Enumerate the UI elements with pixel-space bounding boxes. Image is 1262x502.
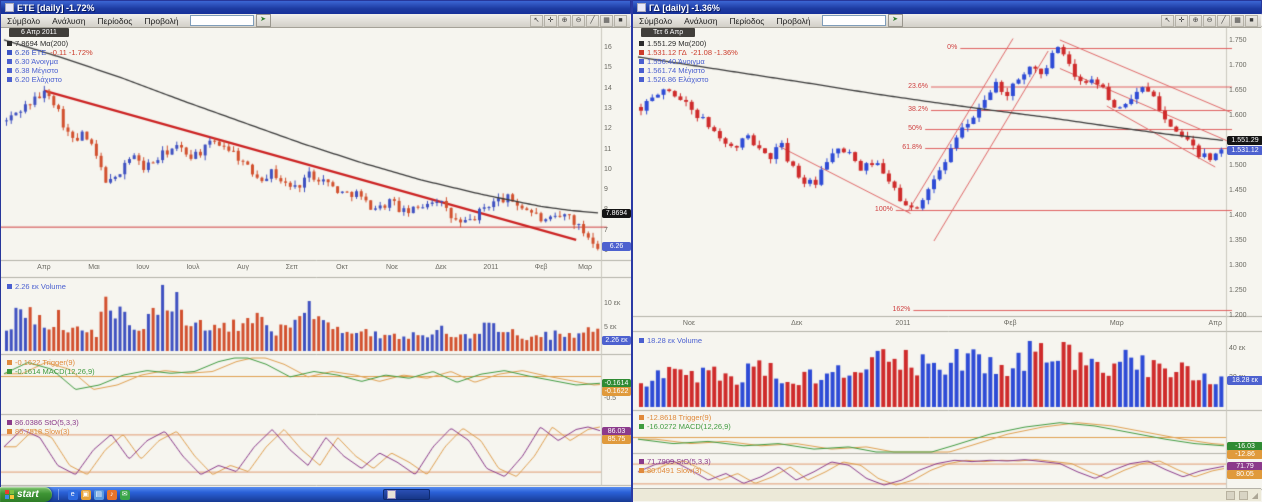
gd-menubar: ΣύμβολοΑνάλυσηΠερίοδοςΠροβολή ➤ ↖✛⊕⊖╱▦■ <box>633 14 1261 28</box>
status-icon[interactable] <box>1226 491 1235 500</box>
zoom-in-icon[interactable]: ⊕ <box>1189 15 1202 27</box>
snapshot-icon[interactable]: ■ <box>1245 15 1258 27</box>
symbol-input[interactable] <box>822 15 886 26</box>
symbol-go-button[interactable]: ➤ <box>256 14 271 27</box>
snapshot-icon[interactable]: ■ <box>614 15 627 27</box>
folder-icon[interactable]: ▣ <box>81 490 91 500</box>
gd-statusbar: ◢ <box>633 488 1261 501</box>
menu-item[interactable]: Ανάλυση <box>678 16 723 26</box>
grid-icon[interactable]: ▦ <box>600 15 613 27</box>
menu-item[interactable]: Προβολή <box>138 16 184 26</box>
menu-item[interactable]: Περίοδος <box>91 16 138 26</box>
resize-grip-icon[interactable]: ◢ <box>1252 491 1258 500</box>
ete-menubar: ΣύμβολοΑνάλυσηΠερίοδοςΠροβολή ➤ ↖✛⊕⊖╱▦■ <box>1 14 630 28</box>
menu-items: ΣύμβολοΑνάλυσηΠερίοδοςΠροβολή <box>1 16 185 26</box>
menu-item[interactable]: Σύμβολο <box>633 16 678 26</box>
media-player-icon[interactable]: ♪ <box>107 490 117 500</box>
menu-item[interactable]: Σύμβολο <box>1 16 46 26</box>
start-button[interactable]: start <box>0 487 52 502</box>
toolbar-icons: ↖✛⊕⊖╱▦■ <box>1161 15 1261 27</box>
zoom-out-icon[interactable]: ⊖ <box>572 15 585 27</box>
chart-window-icon <box>5 3 14 12</box>
trendline-icon[interactable]: ╱ <box>1217 15 1230 27</box>
status-icon[interactable] <box>1239 491 1248 500</box>
quick-launch: e▣▤♪✉ <box>68 490 130 500</box>
gd-chart-canvas[interactable] <box>633 1 1262 502</box>
zoom-out-icon[interactable]: ⊖ <box>1203 15 1216 27</box>
menu-item[interactable]: Ανάλυση <box>46 16 91 26</box>
window-title: ΕΤΕ [daily] -1.72% <box>17 3 95 13</box>
ete-titlebar[interactable]: ΕΤΕ [daily] -1.72% <box>1 1 630 14</box>
crosshair-icon[interactable]: ✛ <box>544 15 557 27</box>
toolbar-icons: ↖✛⊕⊖╱▦■ <box>530 15 630 27</box>
trendline-icon[interactable]: ╱ <box>586 15 599 27</box>
mail-icon[interactable]: ✉ <box>120 490 130 500</box>
chart-window-icon <box>637 3 646 12</box>
cursor-icon[interactable]: ↖ <box>1161 15 1174 27</box>
symbol-go-button[interactable]: ➤ <box>888 14 903 27</box>
menu-item[interactable]: Περίοδος <box>723 16 770 26</box>
start-label: start <box>17 489 39 500</box>
chart-app-task-button[interactable] <box>383 489 430 500</box>
symbol-input[interactable] <box>190 15 254 26</box>
gd-titlebar[interactable]: ΓΔ [daily] -1.36% <box>633 1 1261 14</box>
cursor-icon[interactable]: ↖ <box>530 15 543 27</box>
ete-chart-canvas[interactable] <box>1 1 632 488</box>
zoom-in-icon[interactable]: ⊕ <box>558 15 571 27</box>
desktop: 6 Απρ 20117.8694 Μα(200)6.26 ΕΤΕ-0.11 -1… <box>0 0 1262 502</box>
internet-explorer-icon[interactable]: e <box>68 490 78 500</box>
menu-item[interactable]: Προβολή <box>770 16 816 26</box>
windows-flag-icon <box>5 490 14 499</box>
chart-app-icon <box>387 490 396 499</box>
show-desktop-icon[interactable]: ▤ <box>94 490 104 500</box>
grid-icon[interactable]: ▦ <box>1231 15 1244 27</box>
menu-items: ΣύμβολοΑνάλυσηΠερίοδοςΠροβολή <box>633 16 817 26</box>
window-title: ΓΔ [daily] -1.36% <box>649 3 720 13</box>
crosshair-icon[interactable]: ✛ <box>1175 15 1188 27</box>
chart-window-gd: Τετ 6 Απρ1.551.29 Μα(200)1.531.12 ΓΔ-21.… <box>631 0 1262 502</box>
taskbar-separator <box>58 489 59 500</box>
chart-window-ete: 6 Απρ 20117.8694 Μα(200)6.26 ΕΤΕ-0.11 -1… <box>0 0 631 487</box>
